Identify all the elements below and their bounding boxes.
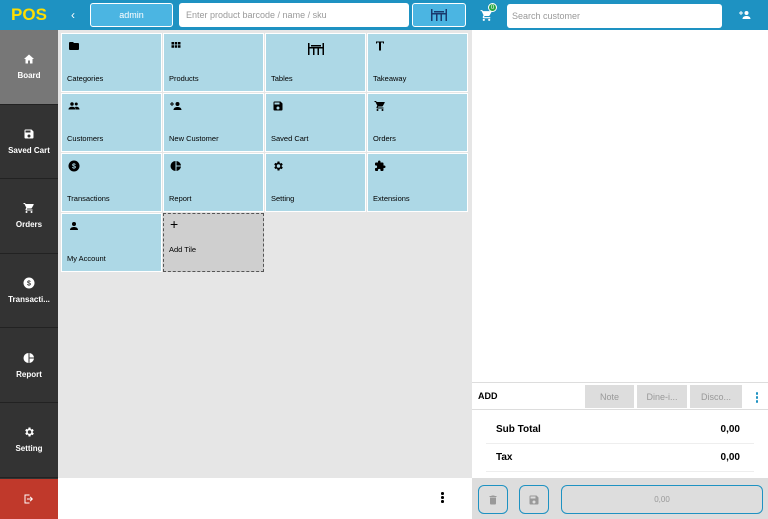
tile-report[interactable]: Report: [163, 153, 264, 212]
save-icon: [529, 495, 539, 504]
cart-count-badge: 0: [488, 3, 497, 12]
dollar-circle-icon: $: [23, 277, 35, 289]
delete-cart-button[interactable]: [478, 485, 508, 514]
gear-icon: [25, 427, 34, 437]
plus-icon: +: [170, 216, 179, 232]
save-icon: [24, 129, 34, 139]
tile-label: Report: [169, 194, 192, 203]
pie-chart-icon: [170, 161, 181, 171]
sidebar-item-label: Transacti...: [8, 295, 50, 305]
home-icon: [24, 54, 34, 64]
person-add-icon: [170, 102, 182, 110]
tile-label: Extensions: [373, 194, 410, 203]
trash-icon: [489, 495, 497, 504]
user-button[interactable]: admin: [90, 3, 173, 27]
table-button[interactable]: [412, 3, 466, 27]
svg-text:$: $: [72, 164, 76, 171]
tile-customers[interactable]: Customers: [61, 93, 162, 152]
topbar: ‹ admin Enter product barcode / name / s…: [58, 0, 472, 30]
grid-icon: [171, 42, 181, 48]
save-cart-button[interactable]: [519, 485, 549, 514]
tile-extensions[interactable]: Extensions: [367, 153, 468, 212]
cart-icon: [374, 101, 385, 111]
sidebar-item-saved-cart[interactable]: Saved Cart: [0, 105, 58, 180]
tile-orders[interactable]: Orders: [367, 93, 468, 152]
pay-button[interactable]: 0,00: [561, 485, 763, 514]
logout-icon: [24, 494, 33, 504]
more-options-icon[interactable]: [441, 492, 444, 504]
main-bottom-bar: [58, 478, 472, 519]
sidebar-item-board[interactable]: Board: [0, 30, 58, 105]
product-search-input[interactable]: Enter product barcode / name / sku: [179, 3, 409, 27]
tile-new-customer[interactable]: New Customer: [163, 93, 264, 152]
tile-label: Add Tile: [169, 245, 197, 254]
tile-transactions[interactable]: $ Transactions: [61, 153, 162, 212]
text-t-icon: [376, 41, 384, 51]
back-button[interactable]: ‹: [58, 0, 88, 30]
cart-panel: 0 Search customer ADD Note Dine-i... Dis…: [472, 0, 768, 519]
note-button[interactable]: Note: [585, 385, 634, 408]
tile-my-account[interactable]: My Account: [61, 213, 162, 272]
sidebar-item-setting[interactable]: Setting: [0, 403, 58, 478]
sidebar-item-transactions[interactable]: $ Transacti...: [0, 254, 58, 329]
sidebar-item-label: Board: [17, 71, 41, 81]
cart-header: 0 Search customer: [472, 0, 768, 30]
tile-add-tile[interactable]: + Add Tile: [163, 213, 264, 272]
dollar-circle-icon: $: [68, 160, 80, 172]
person-icon: [70, 222, 78, 230]
table-icon: [308, 43, 324, 55]
tile-label: Products: [169, 74, 199, 83]
pie-chart-icon: [23, 352, 34, 363]
logout-button[interactable]: [0, 479, 58, 519]
sidebar-item-label: Setting: [15, 444, 43, 454]
tile-label: Orders: [373, 134, 396, 143]
tile-tables[interactable]: Tables: [265, 33, 366, 92]
more-options-icon[interactable]: [755, 392, 758, 404]
sidebar-item-label: Saved Cart: [8, 145, 50, 155]
tile-label: Saved Cart: [271, 134, 309, 143]
tile-grid: Categories Products Tables Takeaway Cust…: [58, 30, 472, 478]
people-icon: [68, 102, 80, 110]
table-icon: [431, 9, 447, 21]
tax-value: 0,00: [720, 452, 740, 463]
folder-icon: [69, 42, 79, 50]
save-icon: [273, 101, 283, 111]
cart-actions: 0,00: [472, 478, 768, 519]
tile-label: My Account: [67, 254, 106, 263]
subtotal-row: Sub Total 0,00: [486, 416, 754, 444]
tile-setting[interactable]: Setting: [265, 153, 366, 212]
subtotal-value: 0,00: [720, 424, 740, 435]
tax-label: Tax: [496, 452, 513, 463]
sidebar-item-orders[interactable]: Orders: [0, 179, 58, 254]
puzzle-icon: [375, 160, 386, 171]
tile-categories[interactable]: Categories: [61, 33, 162, 92]
sidebar-item-label: Report: [16, 369, 42, 379]
tile-label: Takeaway: [373, 74, 407, 83]
subtotal-label: Sub Total: [496, 424, 541, 435]
svg-text:$: $: [27, 281, 31, 288]
customer-search-input[interactable]: Search customer: [507, 4, 722, 28]
sidebar-item-report[interactable]: Report: [0, 328, 58, 403]
tile-label: Categories: [67, 74, 104, 83]
add-label: ADD: [478, 391, 498, 401]
discount-button[interactable]: Disco...: [690, 385, 742, 408]
tile-label: Tables: [271, 74, 293, 83]
sidebar: POS Board Saved Cart Orders $ Transacti.…: [0, 0, 58, 519]
tax-row: Tax 0,00: [486, 444, 754, 472]
cart-icon: [23, 203, 34, 214]
tile-label: Setting: [271, 194, 295, 203]
tile-label: New Customer: [169, 134, 219, 143]
gear-icon: [274, 161, 283, 171]
tile-label: Transactions: [67, 194, 110, 203]
chevron-left-icon: ‹: [71, 8, 75, 22]
sidebar-item-label: Orders: [15, 220, 43, 230]
tile-takeaway[interactable]: Takeaway: [367, 33, 468, 92]
add-bar: ADD Note Dine-i... Disco...: [472, 382, 768, 410]
dine-in-button[interactable]: Dine-i...: [637, 385, 687, 408]
tile-products[interactable]: Products: [163, 33, 264, 92]
tile-saved-cart[interactable]: Saved Cart: [265, 93, 366, 152]
app-logo: POS: [0, 0, 58, 30]
add-customer-icon[interactable]: [737, 9, 753, 21]
tile-label: Customers: [67, 134, 104, 143]
